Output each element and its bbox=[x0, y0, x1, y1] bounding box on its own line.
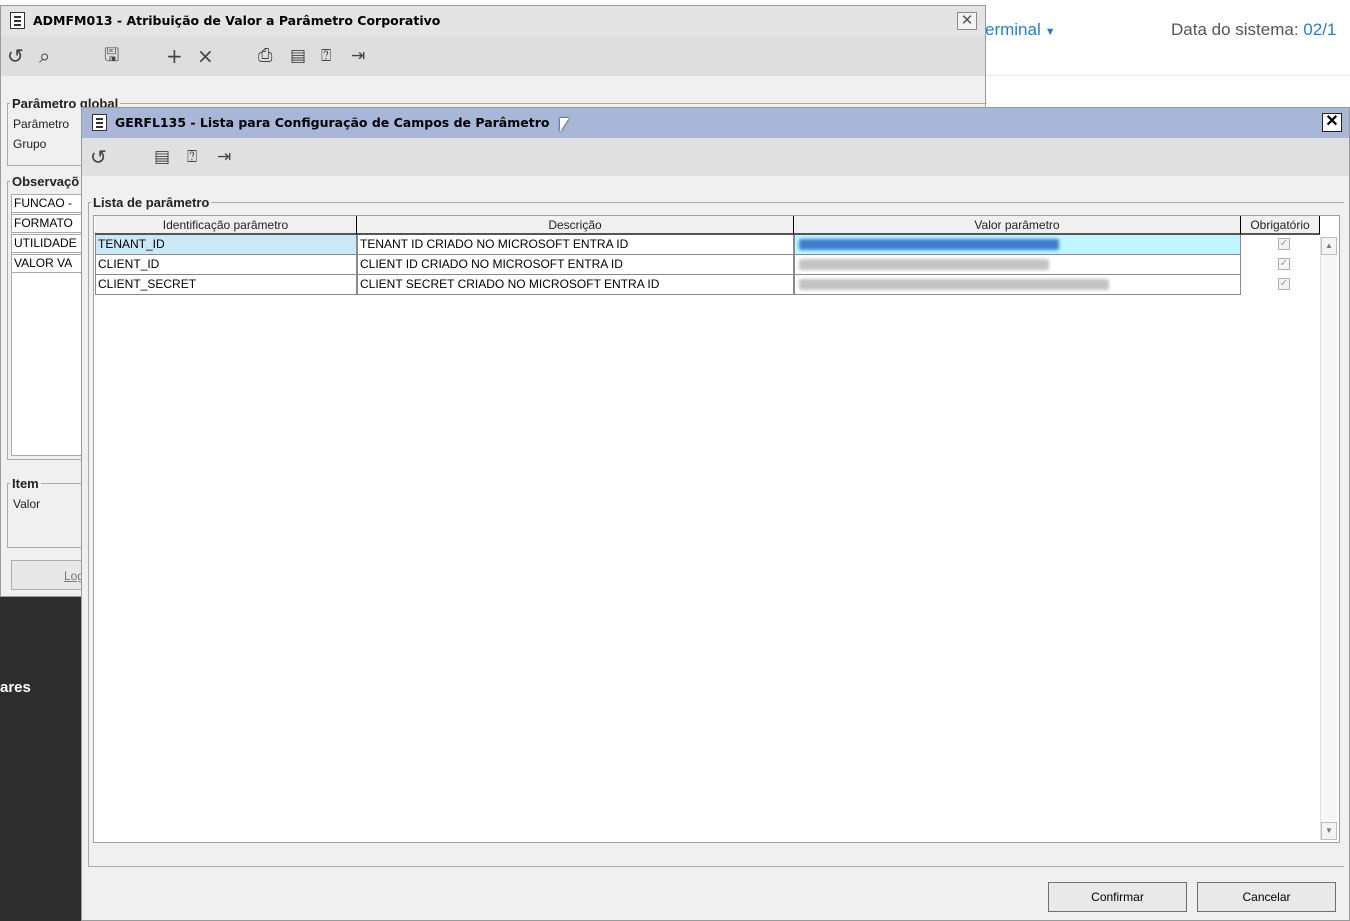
undo-icon[interactable]: ↺ bbox=[90, 147, 107, 167]
help-icon[interactable]: ⍰ bbox=[321, 46, 331, 66]
parameter-table: Identificação parâmetro Descrição Valor … bbox=[93, 215, 1340, 843]
scroll-up-icon[interactable]: ▲ bbox=[1321, 237, 1337, 255]
list-item: UTILIDADE bbox=[11, 234, 91, 253]
group-legend: Lista de parâmetro bbox=[93, 195, 210, 210]
print-icon[interactable]: ⎙ bbox=[258, 46, 272, 66]
window-titlebar: ADMFM013 - Atribuição de Valor a Parâmet… bbox=[1, 6, 985, 36]
document-icon bbox=[10, 12, 25, 29]
cell-value[interactable] bbox=[794, 275, 1241, 295]
dialog-titlebar: GERFL135 - Lista para Configuração de Ca… bbox=[82, 108, 1349, 138]
delete-icon[interactable]: × bbox=[197, 46, 214, 66]
cell-id[interactable]: TENANT_ID bbox=[95, 235, 357, 255]
required-checkbox[interactable]: ✓ bbox=[1278, 238, 1290, 250]
exit-icon[interactable]: ⇥ bbox=[351, 46, 365, 66]
vertical-scrollbar[interactable]: ▲ ▼ bbox=[1320, 237, 1337, 840]
gerfl135-dialog: GERFL135 - Lista para Configuração de Ca… bbox=[81, 107, 1350, 921]
scroll-down-icon[interactable]: ▼ bbox=[1321, 822, 1337, 840]
column-header[interactable]: Obrigatório bbox=[1241, 216, 1320, 235]
cancel-button[interactable]: Cancelar bbox=[1197, 882, 1336, 912]
undo-icon[interactable]: ↺ bbox=[7, 46, 24, 66]
list-item: FORMATO bbox=[11, 214, 91, 233]
search-icon[interactable]: ⌕ bbox=[39, 46, 50, 66]
redacted-value bbox=[799, 279, 1109, 290]
group-legend: Observaçõ bbox=[12, 174, 80, 189]
system-date: Data do sistema: 02/1 bbox=[1171, 20, 1337, 39]
group-legend: Item bbox=[12, 476, 39, 491]
exit-icon[interactable]: ⇥ bbox=[217, 147, 231, 167]
column-header[interactable]: Identificação parâmetro bbox=[95, 216, 357, 235]
label-parametro: Parâmetro bbox=[13, 117, 70, 131]
toolbar: ↺ ▤ ⍰ ⇥ bbox=[82, 138, 1349, 176]
table-row[interactable]: CLIENT_SECRET CLIENT SECRET CRIADO NO MI… bbox=[95, 275, 1321, 295]
cell-description[interactable]: TENANT ID CRIADO NO MICROSOFT ENTRA ID bbox=[357, 235, 794, 255]
help-icon[interactable]: ⍰ bbox=[187, 147, 197, 167]
sidebar-text: ares bbox=[0, 679, 31, 696]
cell-id[interactable]: CLIENT_ID bbox=[95, 255, 357, 275]
cell-id[interactable]: CLIENT_SECRET bbox=[95, 275, 357, 295]
add-icon[interactable]: + bbox=[166, 46, 183, 66]
required-checkbox[interactable]: ✓ bbox=[1278, 278, 1290, 290]
label-valor: Valor bbox=[13, 497, 41, 511]
toolbar: ↺ ⌕ 🖫 + × ⎙ ▤ ⍰ ⇥ bbox=[1, 36, 985, 76]
table-row[interactable]: CLIENT_ID CLIENT ID CRIADO NO MICROSOFT … bbox=[95, 255, 1321, 275]
cell-description[interactable]: CLIENT ID CRIADO NO MICROSOFT ENTRA ID bbox=[357, 255, 794, 275]
mouse-cursor-icon bbox=[560, 118, 569, 132]
cell-value[interactable] bbox=[794, 235, 1241, 255]
calendar-icon[interactable]: ▤ bbox=[290, 46, 306, 66]
document-icon bbox=[92, 114, 107, 131]
redacted-value bbox=[799, 259, 1049, 270]
list-item: VALOR VA bbox=[11, 254, 91, 273]
table-row[interactable]: TENANT_ID TENANT ID CRIADO NO MICROSOFT … bbox=[95, 235, 1321, 255]
window-title: ADMFM013 - Atribuição de Valor a Parâmet… bbox=[33, 13, 441, 28]
required-checkbox[interactable]: ✓ bbox=[1278, 258, 1290, 270]
calendar-icon[interactable]: ▤ bbox=[154, 147, 170, 167]
column-header[interactable]: Valor parâmetro bbox=[794, 216, 1241, 235]
column-header[interactable]: Descrição bbox=[357, 216, 794, 235]
close-button[interactable]: ✕ bbox=[1322, 113, 1342, 132]
close-button[interactable]: ✕ bbox=[957, 12, 977, 30]
confirm-button[interactable]: Confirmar bbox=[1048, 882, 1187, 912]
cell-description[interactable]: CLIENT SECRET CRIADO NO MICROSOFT ENTRA … bbox=[357, 275, 794, 295]
header-divider bbox=[985, 75, 1350, 76]
label-grupo: Grupo bbox=[13, 137, 47, 151]
dialog-title: GERFL135 - Lista para Configuração de Ca… bbox=[115, 115, 550, 130]
list-item: FUNCAO - bbox=[11, 194, 91, 213]
redacted-value bbox=[799, 239, 1059, 250]
save-icon[interactable]: 🖫 bbox=[104, 46, 119, 66]
caret-down-icon: ▼ bbox=[1044, 26, 1056, 38]
cell-value[interactable] bbox=[794, 255, 1241, 275]
terminal-menu[interactable]: erminal ▼ bbox=[985, 20, 1056, 40]
